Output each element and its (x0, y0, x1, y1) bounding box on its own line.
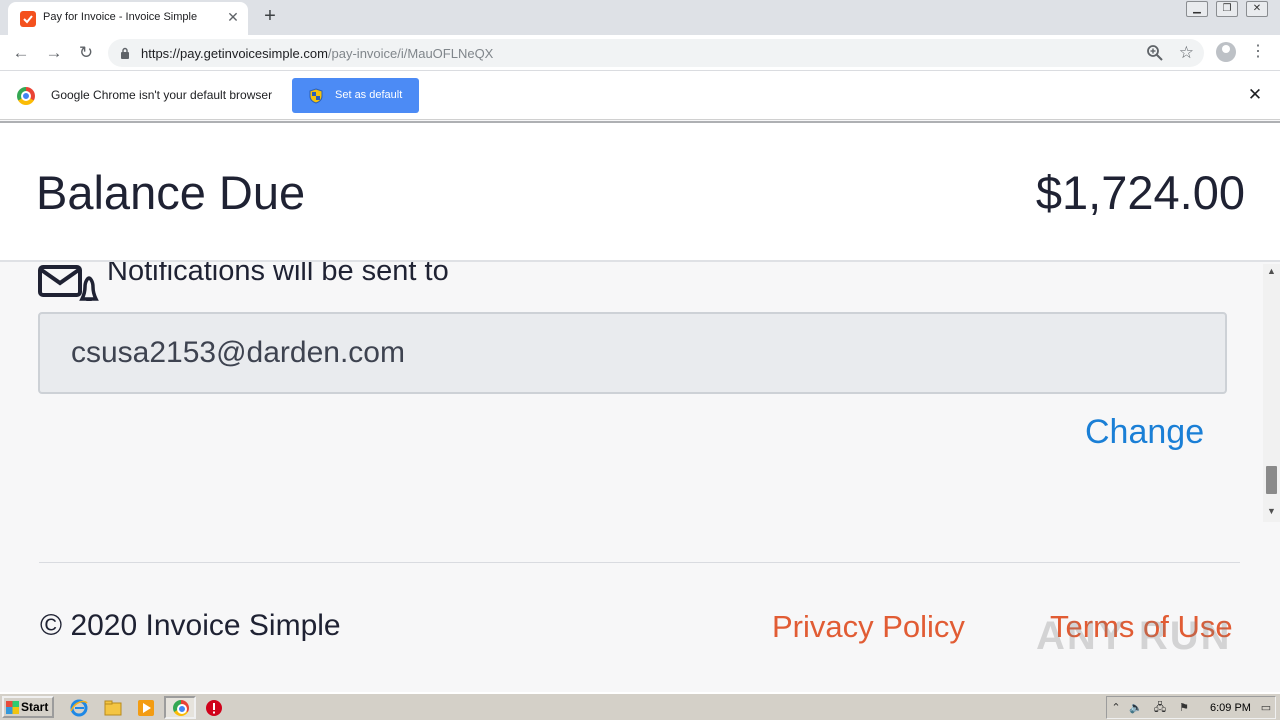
privacy-policy-link[interactable]: Privacy Policy (772, 609, 965, 645)
balance-due-label: Balance Due (36, 166, 306, 219)
url-text: https://pay.getinvoicesimple.com/pay-inv… (141, 46, 493, 61)
change-email-link[interactable]: Change (1085, 413, 1204, 452)
tab-title: Pay for Invoice - Invoice Simple (43, 11, 198, 23)
tab-close-icon[interactable]: ✕ (225, 9, 241, 25)
scroll-down-arrow-icon[interactable]: ▼ (1267, 506, 1276, 516)
action-center-flag-icon[interactable]: ⚑ (1177, 701, 1191, 715)
volume-icon[interactable]: 🔈 (1129, 701, 1143, 715)
chrome-taskbar-icon (173, 700, 189, 716)
set-as-default-label: Set as default (335, 89, 403, 101)
network-icon[interactable]: 🖧 (1153, 701, 1167, 715)
chrome-menu-icon[interactable]: ⋮ (1250, 42, 1266, 62)
scrollbar-thumb[interactable] (1266, 466, 1277, 494)
copyright-text: © 2020 Invoice Simple (40, 609, 341, 642)
browser-toolbar: ← → ↻ https://pay.getinvoicesimple.com/p… (0, 35, 1280, 71)
browser-tab[interactable]: Pay for Invoice - Invoice Simple ✕ (8, 2, 248, 35)
set-as-default-button[interactable]: Set as default (292, 78, 419, 113)
chrome-logo-icon (17, 87, 35, 105)
invoice-simple-favicon-icon (20, 11, 36, 27)
uac-shield-icon (309, 88, 323, 104)
default-browser-infobar: Google Chrome isn't your default browser… (0, 71, 1280, 120)
restore-icon[interactable]: ❐ (1216, 1, 1238, 17)
internet-explorer-icon[interactable] (70, 699, 88, 717)
url-path: /pay-invoice/i/MauOFLNeQX (327, 46, 494, 61)
infobar-close-icon[interactable]: ✕ (1246, 86, 1264, 104)
media-player-icon[interactable] (137, 699, 155, 717)
taskbar-clock: 6:09 PM (1210, 702, 1251, 714)
windows-flag-icon (6, 701, 19, 714)
show-desktop-icon[interactable]: ▭ (1259, 701, 1273, 715)
file-explorer-icon[interactable] (104, 699, 122, 717)
bookmark-star-icon[interactable]: ☆ (1179, 42, 1194, 64)
stop-sign-icon[interactable] (205, 699, 223, 717)
zoom-icon[interactable] (1146, 44, 1164, 62)
watermark-text: ANY RUN (1036, 614, 1232, 658)
new-tab-button[interactable]: + (259, 6, 281, 28)
forward-arrow-icon[interactable]: → (43, 42, 65, 64)
back-arrow-icon[interactable]: ← (10, 42, 32, 64)
start-label: Start (21, 700, 49, 714)
address-bar[interactable]: https://pay.getinvoicesimple.com/pay-inv… (108, 39, 1204, 67)
url-domain: https://pay.getinvoicesimple.com (141, 46, 328, 61)
reload-icon[interactable]: ↻ (75, 42, 97, 64)
mail-notification-bell-icon (38, 265, 99, 301)
content-scrollbar[interactable]: ▲ ▼ (1263, 264, 1280, 522)
window-close-icon[interactable]: ✕ (1246, 1, 1268, 17)
balance-due-header: Balance Due $1,724.00 (0, 121, 1280, 262)
notification-email-field[interactable] (38, 312, 1227, 394)
start-button[interactable]: Start (2, 696, 54, 718)
lock-icon (121, 47, 129, 59)
balance-due-amount: $1,724.00 (1035, 166, 1245, 219)
system-tray: ⌃ 🔈 🖧 ⚑ 6:09 PM ▭ (1106, 696, 1276, 719)
windows-taskbar: Start ⌃ 🔈 🖧 ⚑ 6:09 PM ▭ (0, 692, 1280, 720)
scroll-up-arrow-icon[interactable]: ▲ (1267, 266, 1276, 276)
profile-avatar-icon[interactable] (1216, 42, 1236, 62)
chrome-taskbar-button[interactable] (164, 696, 196, 719)
infobar-message: Google Chrome isn't your default browser (51, 88, 273, 102)
tray-expand-icon[interactable]: ⌃ (1109, 701, 1123, 715)
minimize-icon[interactable]: ▁ (1186, 1, 1208, 17)
footer-divider (39, 562, 1240, 563)
tab-strip: Pay for Invoice - Invoice Simple ✕ + ▁ ❐… (0, 0, 1280, 35)
